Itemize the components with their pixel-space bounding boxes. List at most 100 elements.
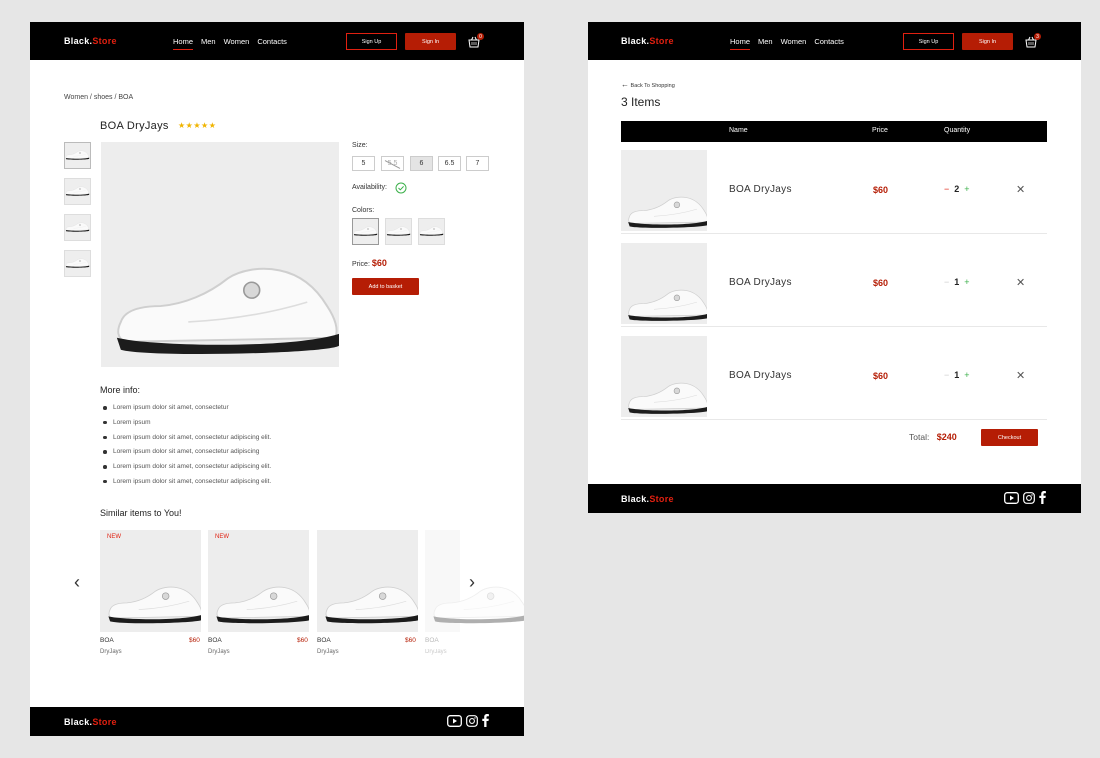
logo-text: Black. <box>621 36 650 46</box>
cart-item-price: $60 <box>873 278 889 288</box>
similar-card-1-sub: DryJays <box>100 649 122 655</box>
plus-icon[interactable]: + <box>964 370 969 380</box>
nav-contacts[interactable]: Contacts <box>814 37 844 50</box>
total-label: Total: <box>909 432 930 442</box>
facebook-icon[interactable] <box>1039 491 1046 504</box>
similar-card-4-name: BOA <box>425 637 439 644</box>
similar-card-2-sub: DryJays <box>208 649 230 655</box>
cart-item-price: $60 <box>873 185 889 195</box>
price-value: $60 <box>371 258 387 268</box>
quantity-value: 1 <box>954 277 960 287</box>
signup-button[interactable]: Sign Up <box>346 33 397 50</box>
size-option-7[interactable]: 7 <box>466 156 489 171</box>
logo-accent: Store <box>92 717 117 727</box>
nav-home[interactable]: Home <box>730 37 751 50</box>
nav-home[interactable]: Home <box>173 37 194 50</box>
thumbnail-4[interactable] <box>64 250 91 277</box>
cart-item-name: BOA DryJays <box>729 184 792 195</box>
quantity-value: 1 <box>954 370 960 380</box>
color-swatch-3[interactable] <box>418 218 445 245</box>
footer-logo[interactable]: Black.Store <box>64 717 117 727</box>
color-swatch-1[interactable] <box>352 218 379 245</box>
youtube-icon[interactable] <box>1004 491 1019 504</box>
nav-menu: Home Men Women Contacts <box>173 37 287 50</box>
star-rating: ★★★★★ <box>178 121 217 130</box>
youtube-icon[interactable] <box>447 714 462 727</box>
color-swatch-2[interactable] <box>385 218 412 245</box>
total-value: $240 <box>936 432 957 442</box>
plus-icon[interactable]: + <box>964 277 969 287</box>
thumbnail-2[interactable] <box>64 178 91 205</box>
price-label: Price: <box>352 261 370 268</box>
logo-text: Black. <box>64 717 93 727</box>
similar-card-2[interactable]: NEW <box>208 530 309 632</box>
logo[interactable]: Black.Store <box>64 36 117 46</box>
nav-women[interactable]: Women <box>224 37 250 50</box>
quantity-value: 2 <box>954 184 960 194</box>
table-row: BOA DryJays $60 − 2 + ✕ <box>621 142 1047 234</box>
nav-men[interactable]: Men <box>758 37 773 50</box>
signup-button[interactable]: Sign Up <box>903 33 954 50</box>
table-row: BOA DryJays $60 − 1 + ✕ <box>621 235 1047 327</box>
back-to-shopping-link[interactable]: ← Back To Shopping <box>621 80 675 89</box>
product-title: BOA DryJays <box>100 120 169 132</box>
size-option-5-5[interactable]: 5.5 <box>381 156 404 171</box>
size-option-6[interactable]: 6 <box>410 156 433 171</box>
nav-contacts[interactable]: Contacts <box>257 37 287 50</box>
thumbnail-1[interactable] <box>64 142 91 169</box>
checkout-button[interactable]: Checkout <box>981 429 1038 446</box>
nav-men[interactable]: Men <box>201 37 216 50</box>
footer: Black.Store <box>588 484 1081 513</box>
cart-page: Black.Store Home Men Women Contacts Sign… <box>588 22 1081 513</box>
plus-icon[interactable]: + <box>964 184 969 194</box>
signin-button[interactable]: Sign In <box>962 33 1013 50</box>
availability-label: Availability: <box>352 184 387 191</box>
close-icon[interactable]: ✕ <box>1016 183 1025 196</box>
col-quantity: Quantity <box>944 127 971 134</box>
size-option-5[interactable]: 5 <box>352 156 375 171</box>
facebook-icon[interactable] <box>482 714 489 727</box>
logo-accent: Store <box>649 36 674 46</box>
size-option-6-5[interactable]: 6.5 <box>438 156 461 171</box>
close-icon[interactable]: ✕ <box>1016 369 1025 382</box>
nav-women[interactable]: Women <box>781 37 807 50</box>
product-page: Black.Store Home Men Women Contacts Sign… <box>30 22 524 736</box>
size-label: Size: <box>352 142 368 149</box>
similar-card-4-sub: DryJays <box>425 649 447 655</box>
add-to-basket-button[interactable]: Add to basket <box>352 278 419 295</box>
cart-item-image <box>621 243 707 324</box>
arrow-left-icon: ← <box>621 80 629 89</box>
minus-icon[interactable]: − <box>944 184 949 194</box>
chevron-left-icon[interactable]: ‹ <box>74 572 80 593</box>
signin-button[interactable]: Sign In <box>405 33 456 50</box>
similar-card-1[interactable]: NEW <box>100 530 201 632</box>
similar-card-2-price: $60 <box>297 637 308 644</box>
quantity-stepper: − 1 + <box>944 370 970 380</box>
logo-accent: Store <box>92 36 117 46</box>
items-heading: 3 Items <box>621 95 661 109</box>
shoe-image <box>101 142 339 367</box>
logo[interactable]: Black.Store <box>621 36 674 46</box>
breadcrumb: Women / shoes / BOA <box>64 94 134 101</box>
thumbnail-3[interactable] <box>64 214 91 241</box>
footer: Black.Store <box>30 707 524 736</box>
new-badge: NEW <box>215 534 229 540</box>
cart-item-price: $60 <box>873 371 889 381</box>
similar-card-4[interactable] <box>425 530 460 632</box>
instagram-icon[interactable] <box>1023 491 1035 504</box>
nav-menu: Home Men Women Contacts <box>730 37 844 50</box>
top-nav: Black.Store Home Men Women Contacts Sign… <box>588 22 1081 60</box>
close-icon[interactable]: ✕ <box>1016 276 1025 289</box>
similar-card-3-sub: DryJays <box>317 649 339 655</box>
similar-card-2-name: BOA <box>208 637 222 644</box>
similar-card-3[interactable] <box>317 530 418 632</box>
cart-item-image <box>621 150 707 231</box>
minus-icon[interactable]: − <box>944 370 949 380</box>
footer-logo[interactable]: Black.Store <box>621 494 674 504</box>
back-label: Back To Shopping <box>630 83 675 89</box>
minus-icon[interactable]: − <box>944 277 949 287</box>
logo-accent: Store <box>649 494 674 504</box>
instagram-icon[interactable] <box>466 714 478 727</box>
cart-item-name: BOA DryJays <box>729 277 792 288</box>
basket-count-badge: 3 <box>1034 33 1041 40</box>
